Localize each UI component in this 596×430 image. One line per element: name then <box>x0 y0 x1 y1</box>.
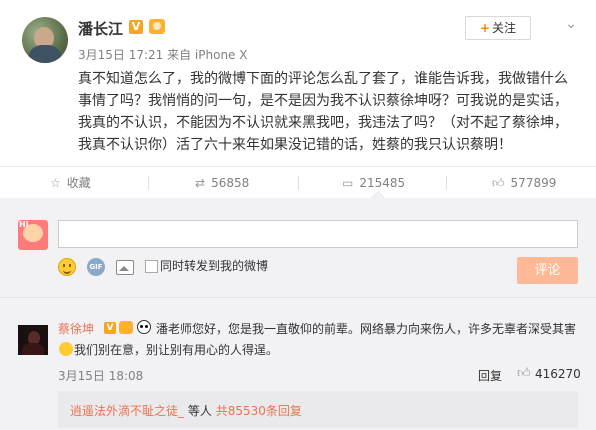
thumbs-up-icon: 👍︎ <box>492 176 505 190</box>
repost-button[interactable]: ⇄ 56858 <box>195 169 249 197</box>
comment-text-part2: 我们别在意，别让别有用心的人得逞。 <box>74 343 279 357</box>
action-bar: ☆ 收藏 ⇄ 56858 ▭ 215485 👍︎ 577899 <box>0 169 596 197</box>
image-icon[interactable] <box>116 260 134 275</box>
favorite-button[interactable]: ☆ 收藏 <box>50 169 91 197</box>
comment-text-part1: 潘老师您好，您是我一直敬仰的前辈。网络暴力向来伤人，许多无辜者深受其害 <box>156 322 577 336</box>
comment-date: 3月15日 18:08 <box>58 369 144 383</box>
follow-button[interactable]: + 关注 <box>465 16 531 40</box>
comment-divider <box>0 297 596 298</box>
repost-checkbox[interactable] <box>145 260 158 273</box>
sub-replies-summary[interactable]: 逍遥法外滴不耻之徒_ 等人 共85530条回复 <box>70 402 302 419</box>
comment-text: 潘老师您好，您是我一直敬仰的前辈。网络暴力向来伤人，许多无辜者深受其害我们别在意… <box>58 319 578 361</box>
commenter-avatar[interactable] <box>18 325 48 355</box>
like-count: 577899 <box>510 176 557 190</box>
comment-like-count: 416270 <box>535 367 581 381</box>
comment-count: 215485 <box>359 176 406 190</box>
sub-reply-count[interactable]: 共85530条回复 <box>216 404 302 418</box>
chevron-down-icon[interactable]: ⌄ <box>561 14 581 34</box>
divider <box>0 166 596 167</box>
post-meta: 3月15日 17:21 来自 iPhone X <box>78 48 248 62</box>
emoji-icon[interactable] <box>58 258 76 276</box>
star-icon: ☆ <box>50 176 61 190</box>
sub-reply-middle: 等人 <box>187 404 212 418</box>
favorite-label: 收藏 <box>66 176 91 190</box>
sub-reply-user[interactable]: 逍遥法外滴不耻之徒_ <box>70 404 184 418</box>
submit-comment-button[interactable]: 评论 <box>517 257 578 284</box>
commenter-name[interactable]: 蔡徐坤 <box>58 320 94 337</box>
verified-icon: V <box>129 20 143 34</box>
repost-count: 56858 <box>211 176 250 190</box>
panda-icon <box>137 320 151 334</box>
repost-icon: ⇄ <box>195 176 206 190</box>
like-button[interactable]: 👍︎ 577899 <box>492 169 556 197</box>
thumbs-up-icon[interactable]: 👍︎ <box>517 366 531 381</box>
post-content: 真不知道怎么了，我的微博下面的评论怎么乱了套了，谁能告诉我，我做错什么事情了吗？… <box>78 71 568 153</box>
author-avatar[interactable] <box>22 17 68 63</box>
follow-label: 关注 <box>492 21 517 35</box>
verified-icon: V <box>104 322 116 334</box>
comment-input[interactable] <box>58 220 578 248</box>
author-name[interactable]: 潘长江 <box>78 18 123 39</box>
reply-button[interactable]: 回复 <box>478 367 502 384</box>
comment-caret <box>371 191 385 198</box>
current-user-avatar: Hi <box>18 220 48 250</box>
repost-checkbox-label: 同时转发到我的微博 <box>160 259 269 273</box>
gif-icon[interactable]: GIF <box>87 258 105 276</box>
emoji-icon <box>59 342 73 356</box>
comment-icon: ▭ <box>342 176 354 190</box>
plus-icon: + <box>479 21 491 35</box>
vip-icon <box>149 19 165 34</box>
vip-icon <box>119 321 133 334</box>
